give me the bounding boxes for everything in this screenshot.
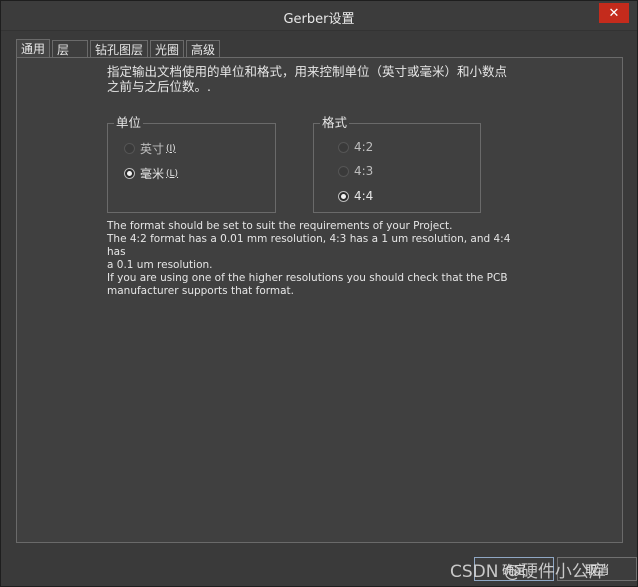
tab-apertures[interactable]: 光圈 (150, 40, 185, 57)
radio-checked-icon (338, 190, 349, 202)
radio-unchecked-icon (338, 141, 349, 153)
window-title: Gerber设置 (283, 12, 355, 27)
format-info-text: The format should be set to suit the req… (107, 220, 527, 298)
format-4-3-radio[interactable]: 4:3 (338, 164, 373, 178)
format-4-2-radio[interactable]: 4:2 (338, 140, 373, 154)
format-4-2-label: 4:2 (354, 140, 374, 154)
units-group-label: 单位 (114, 115, 144, 130)
unit-inches-accel: (I) (166, 143, 176, 154)
format-4-4-label: 4:4 (354, 189, 374, 203)
tab-drill-drawing-label: 钻孔图层 (95, 42, 144, 57)
tab-drill-drawing[interactable]: 钻孔图层 (90, 40, 149, 57)
unit-millimeters-label: 毫米 (140, 167, 165, 181)
watermark-text: CSDN @硬件小公库 (450, 562, 606, 582)
tab-layers[interactable]: 层 (52, 40, 89, 57)
format-group-label: 格式 (320, 115, 350, 130)
format-4-3-label: 4:3 (354, 164, 374, 178)
info-line-2: The 4:2 format has a 0.01 mm resolution,… (107, 233, 511, 258)
format-4-4-radio[interactable]: 4:4 (338, 189, 373, 203)
radio-unchecked-icon (124, 143, 135, 154)
tab-apertures-label: 光圈 (155, 42, 180, 57)
tab-layers-label: 层 (57, 42, 70, 57)
close-button[interactable]: ✕ (599, 3, 629, 23)
radio-checked-icon (124, 168, 135, 179)
tab-general-label: 通用 (21, 42, 46, 56)
info-line-4: If you are using one of the higher resol… (107, 272, 508, 284)
description-text: 指定输出文档使用的单位和格式，用来控制单位（英寸或毫米）和小数点 之前与之后位数… (107, 64, 567, 94)
tab-advanced-label: 高级 (191, 42, 216, 57)
unit-inches-radio[interactable]: 英寸 (I) (124, 140, 176, 157)
tab-strip: 通用 层 钻孔图层 光圈 高级 (16, 39, 222, 57)
unit-millimeters-accel: (L) (166, 168, 179, 179)
close-icon: ✕ (608, 5, 620, 21)
tab-advanced[interactable]: 高级 (186, 40, 221, 57)
tab-general[interactable]: 通用 (16, 39, 51, 57)
unit-millimeters-radio[interactable]: 毫米 (L) (124, 165, 178, 182)
title-bar: Gerber设置 ✕ (1, 1, 637, 31)
info-line-5: manufacturer supports that format. (107, 285, 295, 297)
unit-inches-label: 英寸 (140, 142, 165, 156)
info-line-3: a 0.1 um resolution. (107, 259, 213, 271)
general-tab-panel: 指定输出文档使用的单位和格式，用来控制单位（英寸或毫米）和小数点 之前与之后位数… (16, 57, 623, 543)
format-group: 格式 4:2 4:3 4:4 (313, 116, 481, 213)
info-line-1: The format should be set to suit the req… (107, 220, 453, 232)
units-group: 单位 英寸 (I) 毫米 (L) (107, 116, 276, 213)
radio-unchecked-icon (338, 165, 349, 177)
description-line-1: 指定输出文档使用的单位和格式，用来控制单位（英寸或毫米）和小数点 (107, 64, 508, 79)
gerber-settings-dialog: Gerber设置 ✕ 通用 层 钻孔图层 光圈 高级 指定输出文档使用的单位和格… (0, 0, 638, 587)
description-line-2: 之前与之后位数。. (107, 79, 211, 94)
